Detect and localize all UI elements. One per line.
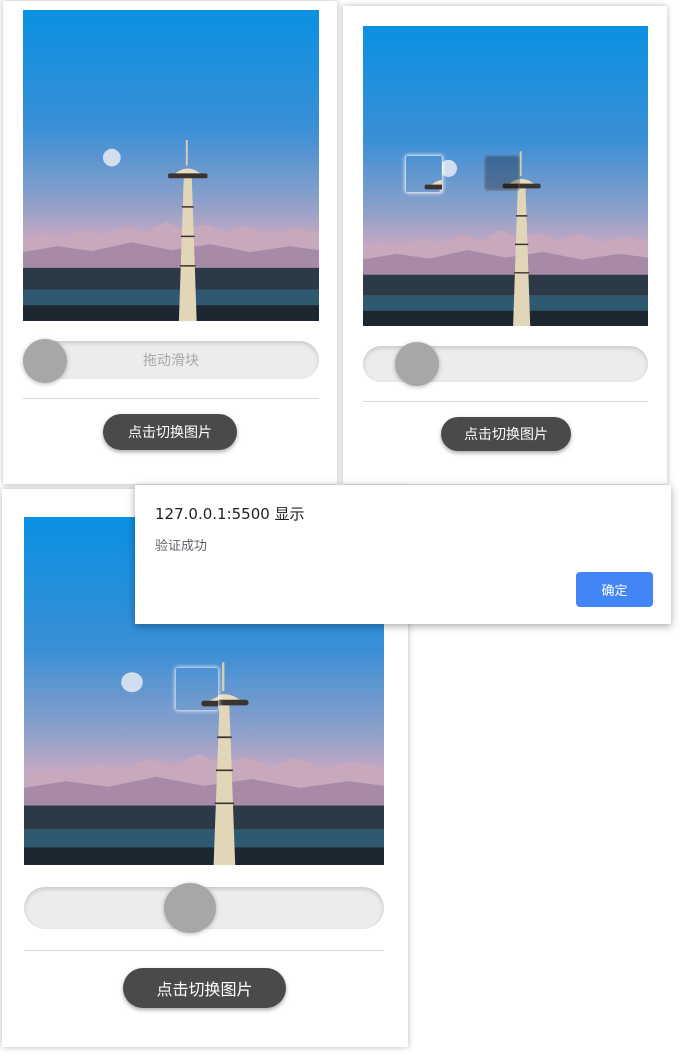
dialog-message: 验证成功 bbox=[155, 539, 208, 554]
slider-track[interactable] bbox=[363, 342, 648, 386]
ok-button[interactable]: 确定 bbox=[576, 572, 653, 607]
slider-track[interactable] bbox=[24, 883, 384, 933]
puzzle-piece-image bbox=[405, 155, 443, 193]
space-needle-photo bbox=[23, 10, 319, 321]
slider-knob[interactable] bbox=[395, 342, 439, 386]
divider bbox=[23, 398, 319, 399]
divider bbox=[24, 950, 384, 951]
switch-image-button[interactable]: 点击切换图片 bbox=[441, 417, 571, 451]
dialog-title: 127.0.0.1:5500 显示 bbox=[155, 505, 305, 523]
switch-image-button[interactable]: 点击切换图片 bbox=[123, 968, 286, 1008]
captcha-image bbox=[23, 10, 319, 321]
divider bbox=[363, 401, 648, 402]
slider-hint-label: 拖动滑块 bbox=[143, 353, 199, 369]
captcha-panel-2: 点击切换图片 bbox=[343, 6, 667, 484]
captcha-panel-1: 拖动滑块 点击切换图片 bbox=[3, 1, 337, 484]
puzzle-piece-image bbox=[175, 667, 219, 711]
slider-track[interactable]: 拖动滑块 bbox=[23, 339, 319, 383]
slider-knob[interactable] bbox=[23, 339, 67, 383]
captcha-image bbox=[363, 26, 648, 326]
switch-image-button[interactable]: 点击切换图片 bbox=[103, 414, 237, 450]
puzzle-gap bbox=[484, 155, 520, 191]
puzzle-piece[interactable] bbox=[405, 155, 443, 193]
alert-dialog: 127.0.0.1:5500 显示 验证成功 确定 bbox=[135, 485, 671, 624]
puzzle-piece[interactable] bbox=[175, 667, 219, 711]
slider-knob[interactable] bbox=[164, 883, 216, 933]
